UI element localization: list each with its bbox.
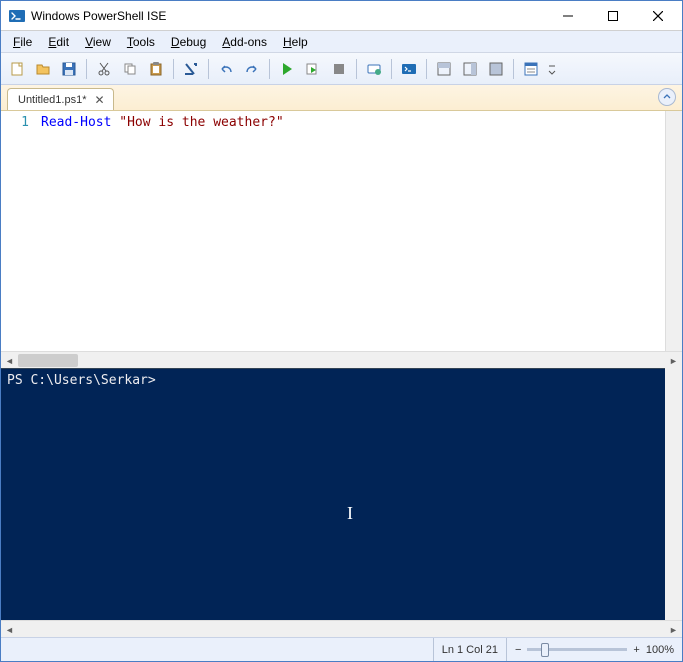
cut-button[interactable]	[92, 57, 116, 81]
console-vertical-scrollbar[interactable]	[665, 368, 682, 620]
separator	[391, 59, 392, 79]
undo-button[interactable]	[214, 57, 238, 81]
powershell-icon	[9, 8, 25, 24]
tab-untitled1[interactable]: Untitled1.ps1* ✕	[7, 88, 114, 110]
scroll-right-arrow[interactable]: ►	[665, 621, 682, 638]
console-wrap: PS C:\Users\Serkar> I	[1, 368, 682, 620]
clear-console-button[interactable]	[179, 57, 203, 81]
menu-help[interactable]: Help	[275, 33, 316, 51]
maximize-button[interactable]	[590, 1, 635, 30]
console-prompt: PS C:\Users\Serkar>	[7, 373, 659, 388]
scroll-left-arrow[interactable]: ◄	[1, 621, 18, 638]
code-string: "How is the weather?"	[119, 115, 283, 130]
script-editor[interactable]: 1 Read-Host "How is the weather?"	[1, 111, 682, 351]
titlebar: Windows PowerShell ISE	[1, 1, 682, 31]
line-number: 1	[1, 115, 29, 130]
separator	[426, 59, 427, 79]
cursor-position: Ln 1 Col 21	[433, 638, 507, 661]
window-title: Windows PowerShell ISE	[31, 9, 545, 23]
toolbar	[1, 53, 682, 85]
menu-debug[interactable]: Debug	[163, 33, 214, 51]
collapse-script-pane-button[interactable]	[658, 88, 676, 106]
text-cursor-icon: I	[347, 503, 353, 524]
menubar: File Edit View Tools Debug Add-ons Help	[1, 31, 682, 53]
scroll-thumb[interactable]	[18, 354, 78, 367]
editor-vertical-scrollbar[interactable]	[665, 111, 682, 351]
start-powershell-button[interactable]	[397, 57, 421, 81]
code-cmdlet: Read-Host	[41, 115, 111, 130]
menu-view[interactable]: View	[77, 33, 119, 51]
window-controls	[545, 1, 680, 30]
console-pane[interactable]: PS C:\Users\Serkar> I	[1, 368, 665, 620]
zoom-level: 100%	[646, 644, 674, 656]
redo-button[interactable]	[240, 57, 264, 81]
separator	[208, 59, 209, 79]
menu-addons[interactable]: Add-ons	[214, 33, 275, 51]
save-button[interactable]	[57, 57, 81, 81]
show-script-right-button[interactable]	[458, 57, 482, 81]
show-script-max-button[interactable]	[484, 57, 508, 81]
open-file-button[interactable]	[31, 57, 55, 81]
tab-label: Untitled1.ps1*	[18, 94, 87, 106]
code-area[interactable]: Read-Host "How is the weather?"	[37, 111, 665, 351]
separator	[173, 59, 174, 79]
zoom-out-button[interactable]: −	[515, 644, 521, 656]
separator	[356, 59, 357, 79]
run-script-button[interactable]	[275, 57, 299, 81]
separator	[513, 59, 514, 79]
zoom-slider[interactable]	[527, 648, 627, 651]
separator	[269, 59, 270, 79]
menu-edit[interactable]: Edit	[40, 33, 77, 51]
new-remote-tab-button[interactable]	[362, 57, 386, 81]
zoom-control: − + 100%	[515, 644, 674, 656]
scroll-right-arrow[interactable]: ►	[665, 352, 682, 369]
copy-button[interactable]	[118, 57, 142, 81]
run-selection-button[interactable]	[301, 57, 325, 81]
new-file-button[interactable]	[5, 57, 29, 81]
toolbar-overflow-button[interactable]	[545, 57, 559, 81]
stop-button[interactable]	[327, 57, 351, 81]
console-horizontal-scrollbar[interactable]: ◄ ►	[1, 620, 682, 637]
zoom-slider-thumb[interactable]	[541, 643, 549, 657]
paste-button[interactable]	[144, 57, 168, 81]
editor-horizontal-scrollbar[interactable]: ◄ ►	[1, 351, 682, 368]
tabbar: Untitled1.ps1* ✕	[1, 85, 682, 111]
statusbar: Ln 1 Col 21 − + 100%	[1, 637, 682, 661]
line-gutter: 1	[1, 111, 37, 351]
tab-close-button[interactable]: ✕	[93, 93, 107, 107]
show-script-top-button[interactable]	[432, 57, 456, 81]
close-button[interactable]	[635, 1, 680, 30]
scroll-left-arrow[interactable]: ◄	[1, 352, 18, 369]
show-command-button[interactable]	[519, 57, 543, 81]
menu-tools[interactable]: Tools	[119, 33, 163, 51]
zoom-in-button[interactable]: +	[633, 644, 639, 656]
separator	[86, 59, 87, 79]
minimize-button[interactable]	[545, 1, 590, 30]
menu-file[interactable]: File	[5, 33, 40, 51]
